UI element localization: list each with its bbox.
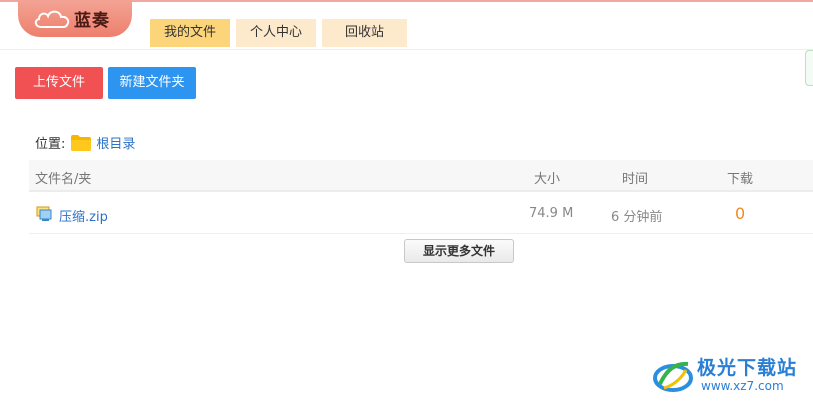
folder-icon [71, 134, 92, 151]
watermark-url: www.xz7.com [701, 379, 784, 393]
column-header-name: 文件名/夹 [35, 172, 92, 187]
upload-file-button[interactable]: 上传文件 [15, 67, 103, 99]
column-header-time: 时间 [622, 172, 649, 187]
brand-logo[interactable]: 蓝奏 [18, 0, 132, 37]
show-more-files-button[interactable]: 显示更多文件 [404, 239, 514, 263]
location-label: 位置: [35, 137, 66, 152]
file-size: 74.9 M [529, 206, 574, 221]
table-row[interactable]: 压缩.zip 74.9 M 6 分钟前 0 [29, 194, 813, 234]
header-divider [0, 49, 813, 50]
side-panel-handle[interactable] [805, 50, 813, 86]
file-time: 6 分钟前 [611, 210, 663, 225]
tab-personal-center[interactable]: 个人中心 [236, 19, 316, 47]
cloud-icon [34, 10, 70, 28]
new-folder-button[interactable]: 新建文件夹 [108, 67, 196, 99]
tab-recycle-bin[interactable]: 回收站 [322, 19, 407, 47]
column-header-downloads: 下载 [727, 172, 754, 187]
watermark-title: 极光下载站 [697, 357, 798, 379]
column-header-size: 大小 [534, 172, 561, 187]
main-nav-tabs: 我的文件 个人中心 回收站 [150, 19, 407, 47]
watermark: 极光下载站 www.xz7.com [652, 352, 807, 397]
file-download-count: 0 [735, 204, 746, 223]
location-breadcrumb: 位置: 根目录 [35, 133, 135, 152]
root-directory-link[interactable]: 根目录 [96, 133, 135, 152]
tab-my-files[interactable]: 我的文件 [150, 19, 230, 47]
zip-file-icon [36, 206, 52, 221]
watermark-logo-icon [653, 361, 693, 392]
file-table-header: 文件名/夹 大小 时间 下载 [29, 160, 813, 192]
file-name-link[interactable]: 压缩.zip [59, 206, 108, 225]
brand-name: 蓝奏 [74, 11, 110, 31]
